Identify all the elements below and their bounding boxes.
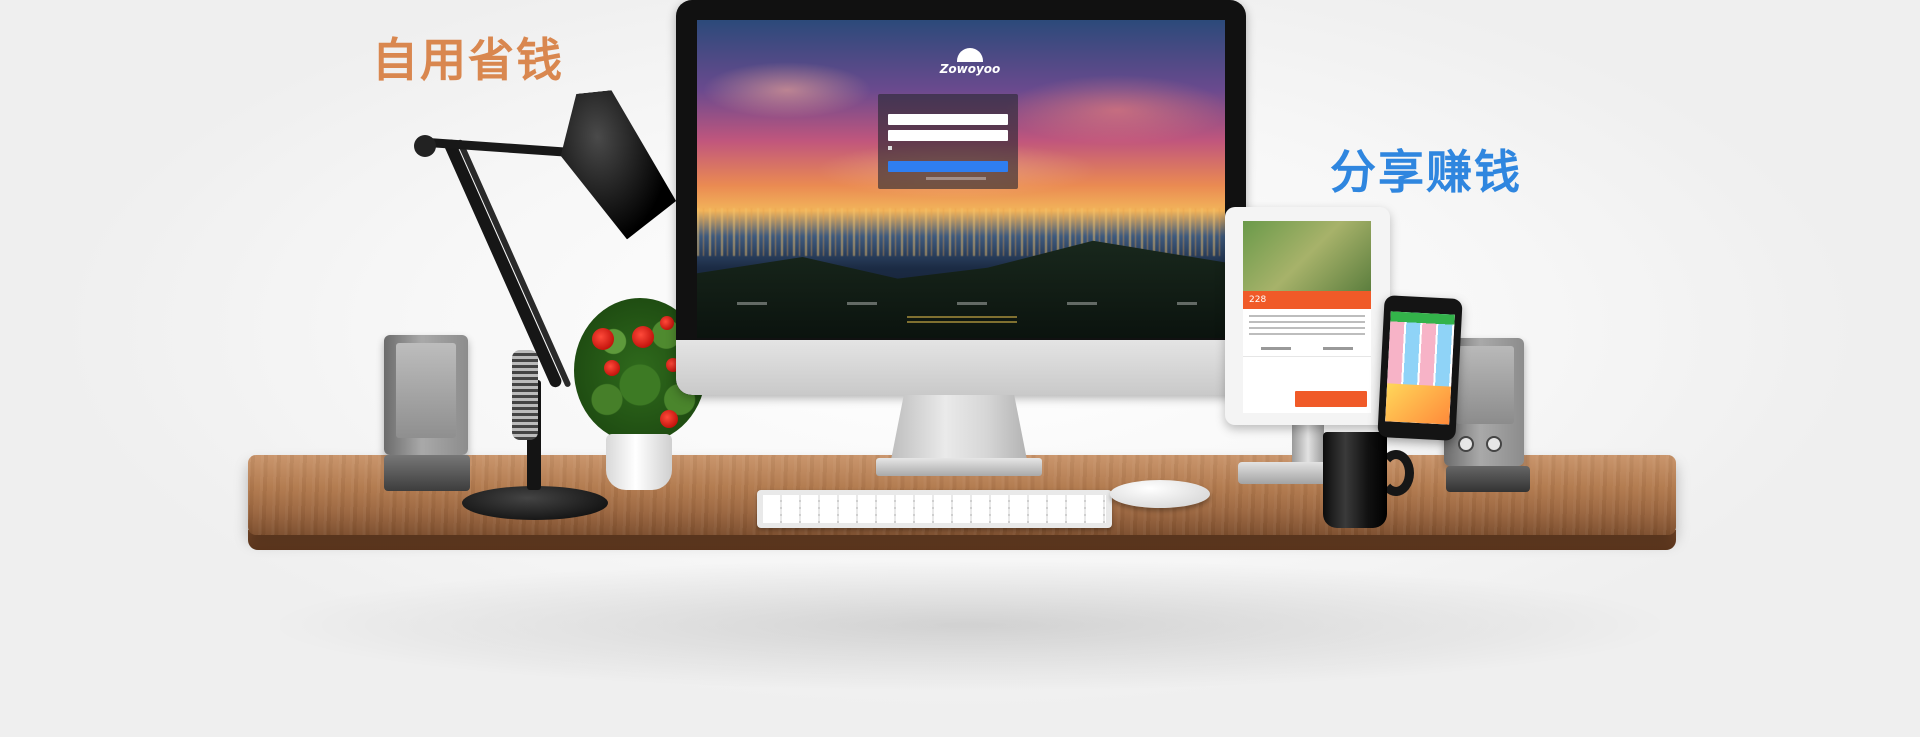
tablet-tabs [1243,343,1371,357]
slogan-left: 自用省钱 [372,33,564,87]
desk-shadow [280,560,1660,690]
mug [1323,432,1387,528]
mouse [1110,480,1210,508]
tablet-description [1249,315,1365,337]
phone-banner [1385,383,1452,425]
lamp-arm-upper [419,137,581,158]
zowoyoo-logo-icon: Zowoyoo [935,48,1005,78]
slogan-right: 分享赚钱 [1330,145,1522,199]
logo-text: Zowoyoo [939,62,1001,76]
phone [1377,295,1463,441]
plant-pot [606,434,672,490]
tablet-price-bar: 228 [1243,291,1371,309]
tablet-tab[interactable] [1261,347,1291,350]
username-input[interactable] [888,114,1008,125]
flower [592,328,614,350]
flower [604,360,620,376]
speaker-right-base [1446,466,1530,492]
lamp-base [462,486,608,520]
hero-illustration: 自用省钱 分享赚钱 Zowoyoo 228 [0,0,1920,737]
tablet-price: 228 [1249,295,1267,305]
monitor-chin [676,340,1246,395]
speaker-left-base [384,455,470,491]
keyboard [757,490,1112,528]
speaker-grill [1456,346,1514,424]
monitor-screen: Zowoyoo [697,20,1225,338]
monitor-stand [890,395,1028,465]
speaker-left [384,335,468,455]
tablet-hero-image [1243,221,1371,291]
login-button[interactable] [888,161,1008,172]
flower [660,316,674,330]
remember-checkbox[interactable] [888,146,892,150]
login-panel [878,94,1018,189]
logo-mark [957,48,983,62]
keyboard-keys [763,495,1106,523]
city-lights [697,208,1225,256]
flower [632,326,654,348]
tablet-stand [1292,420,1324,468]
tablet: 228 [1225,207,1390,425]
lamp-joint [414,135,436,157]
lamp-arm-lower-inner [456,138,572,388]
password-input[interactable] [888,130,1008,141]
lamp-shade [554,85,679,246]
monitor: Zowoyoo [676,0,1246,395]
tablet-screen: 228 [1243,221,1371,413]
tablet-cta-button[interactable] [1295,391,1367,407]
volume-knob-icon [1458,436,1474,452]
tone-knob-icon [1486,436,1502,452]
lamp-spring [512,350,538,440]
monitor-foot [876,458,1042,476]
tablet-tab[interactable] [1323,347,1353,350]
screen-footer-links [737,302,1197,305]
flower [660,410,678,428]
screen-copyright [907,316,1017,326]
register-link[interactable] [926,177,986,180]
phone-screen [1385,311,1455,425]
speaker-grill [396,343,456,438]
